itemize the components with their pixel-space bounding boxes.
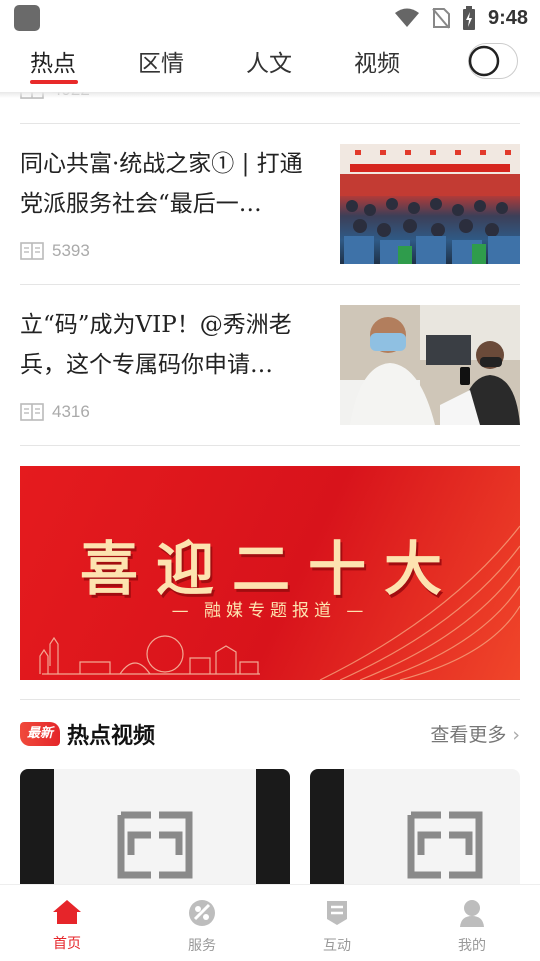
search-icon	[468, 45, 500, 77]
tab-culture[interactable]: 人文	[246, 44, 292, 78]
news-item[interactable]: 立“码”成为VIP！@秀洲老兵，这个专属码你申请… 4316	[20, 295, 520, 455]
book-icon	[20, 403, 44, 421]
app-notification-icon	[14, 5, 40, 31]
new-badge: 最新	[20, 722, 60, 746]
video-letterbox-left	[20, 769, 54, 884]
status-icons: 9:48	[394, 6, 528, 30]
home-icon	[53, 900, 81, 924]
video-card[interactable]	[310, 769, 520, 884]
book-icon	[20, 242, 44, 260]
news-title: 立“码”成为VIP！@秀洲老兵，这个专属码你申请…	[20, 312, 292, 378]
news-item[interactable]: 同心共富·统战之家① | 打通党派服务社会“最后一… 5393	[20, 134, 520, 294]
promo-banner[interactable]: 喜迎二十大 — 融媒专题报道 —	[20, 466, 520, 680]
active-tab-indicator	[30, 80, 78, 84]
channel-tabs: 热点 区情 人文 视频	[0, 36, 540, 92]
nav-interact[interactable]: 互动	[297, 899, 377, 955]
banner-title: 喜迎二十大	[79, 535, 460, 603]
status-time: 9:48	[487, 6, 528, 29]
nav-service[interactable]: 服务	[162, 899, 242, 955]
video-letterbox-left	[310, 769, 344, 884]
video-letterbox-right	[256, 769, 290, 884]
service-icon	[189, 900, 215, 926]
nav-label: 首页	[53, 936, 81, 952]
chevron-right-icon: ›	[506, 724, 520, 746]
video-placeholder-icon	[117, 811, 193, 879]
no-sim-icon	[432, 8, 450, 29]
nav-home[interactable]: 首页	[27, 899, 107, 953]
tab-video[interactable]: 视频	[354, 44, 400, 78]
hot-video-header: 最新 热点视频 查看更多 ›	[20, 718, 520, 752]
view-count: 4316	[52, 402, 90, 421]
tab-district[interactable]: 区情	[138, 44, 184, 78]
divider	[20, 123, 520, 124]
video-placeholder-icon	[407, 811, 483, 879]
news-meta: 5393	[20, 241, 90, 261]
nav-label: 服务	[188, 938, 216, 954]
divider	[20, 284, 520, 285]
video-card[interactable]	[20, 769, 290, 884]
news-title: 同心共富·统战之家① | 打通党派服务社会“最后一…	[20, 151, 303, 217]
wifi-icon	[394, 8, 419, 27]
people-photo	[340, 305, 520, 425]
status-bar: 9:48	[0, 0, 540, 36]
nav-profile[interactable]: 我的	[432, 899, 512, 955]
news-meta: 4316	[20, 402, 90, 422]
view-count: 5393	[52, 241, 90, 260]
news-feed: 4922 同心共富·统战之家① | 打通党派服务社会“最后一… 5393 立“码…	[0, 92, 540, 884]
battery-charging-icon	[462, 6, 475, 30]
nav-label: 互动	[323, 938, 351, 954]
banner-subtitle: — 融媒专题报道 —	[171, 601, 369, 621]
divider	[20, 699, 520, 700]
profile-icon	[460, 900, 484, 927]
tab-hot[interactable]: 热点	[30, 44, 76, 78]
news-thumbnail	[340, 144, 520, 264]
search-button[interactable]	[468, 43, 518, 79]
tabs-shadow	[0, 92, 540, 98]
see-more-label: 查看更多	[430, 724, 507, 746]
divider	[20, 445, 520, 446]
see-more-link[interactable]: 查看更多 ›	[430, 720, 520, 747]
meeting-photo	[340, 144, 520, 264]
news-thumbnail	[340, 305, 520, 425]
interact-icon	[327, 901, 347, 925]
section-title: 热点视频	[67, 724, 156, 749]
nav-label: 我的	[458, 938, 486, 954]
bottom-nav: 首页 服务 互动 我的	[0, 884, 540, 961]
